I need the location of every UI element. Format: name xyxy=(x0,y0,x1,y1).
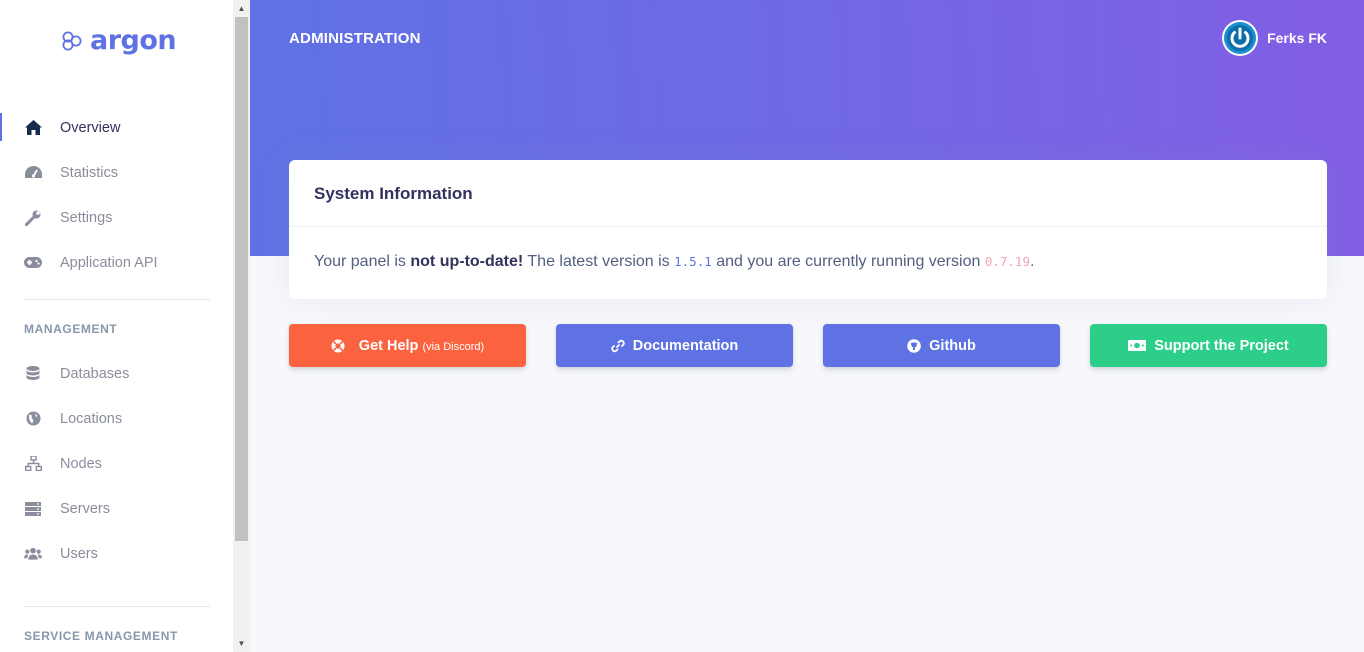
nav-item-label: Users xyxy=(60,545,98,562)
nav-item-databases[interactable]: Databases xyxy=(0,351,233,396)
users-icon xyxy=(24,545,42,563)
nav-item-users[interactable]: Users xyxy=(0,531,233,576)
sidebar: argon Overview Statistics Settings Appli… xyxy=(0,0,233,652)
nav-item-label: Application API xyxy=(60,254,158,271)
github-icon xyxy=(907,338,921,353)
user-menu[interactable]: Ferks FK xyxy=(1222,20,1327,56)
management-nav: Databases Locations Nodes Servers Users xyxy=(0,351,233,576)
message-prefix: Your panel is xyxy=(314,253,411,270)
nav-item-label: Databases xyxy=(60,365,130,382)
scroll-down-arrow-icon[interactable]: ▼ xyxy=(233,635,250,652)
argon-logo-icon xyxy=(62,31,82,51)
sidebar-divider xyxy=(24,299,210,300)
home-icon xyxy=(24,119,42,137)
nav-item-overview[interactable]: Overview xyxy=(0,105,233,150)
nav-item-statistics[interactable]: Statistics xyxy=(0,150,233,195)
main-nav: Overview Statistics Settings Application… xyxy=(0,105,233,285)
sidebar-scrollbar[interactable]: ▲ ▼ xyxy=(233,0,250,652)
message-after: and you are currently running version xyxy=(711,253,985,270)
get-help-button[interactable]: Get Help (via Discord) xyxy=(289,324,526,367)
github-label: Github xyxy=(929,337,976,354)
system-information-card: System Information Your panel is not up-… xyxy=(289,160,1327,299)
nav-item-label: Statistics xyxy=(60,164,119,181)
nav-item-servers[interactable]: Servers xyxy=(0,486,233,531)
nav-item-application-api[interactable]: Application API xyxy=(0,240,233,285)
get-help-sublabel: (via Discord) xyxy=(422,340,485,353)
globe-icon xyxy=(24,410,42,428)
database-icon xyxy=(24,365,42,383)
nav-item-label: Locations xyxy=(60,410,123,427)
nav-item-label: Nodes xyxy=(60,455,102,472)
brand-logo[interactable]: argon xyxy=(60,24,177,58)
scroll-up-arrow-icon[interactable]: ▲ xyxy=(233,0,250,17)
support-project-button[interactable]: Support the Project xyxy=(1090,324,1327,367)
documentation-button[interactable]: Documentation xyxy=(556,324,793,367)
scroll-thumb[interactable] xyxy=(235,17,248,541)
card-body: Your panel is not up-to-date! The latest… xyxy=(289,227,1327,271)
nav-item-label: Servers xyxy=(60,500,110,517)
github-button[interactable]: Github xyxy=(823,324,1060,367)
money-bill-icon xyxy=(1128,340,1147,351)
nav-item-nodes[interactable]: Nodes xyxy=(0,441,233,486)
service-management-heading: SERVICE MANAGEMENT xyxy=(24,629,178,643)
current-version: 0.7.19 xyxy=(984,254,1030,269)
link-icon xyxy=(611,339,625,352)
power-icon xyxy=(1224,22,1257,54)
documentation-label: Documentation xyxy=(632,337,739,354)
card-title: System Information xyxy=(289,160,1327,227)
message-middle: The latest version is xyxy=(523,253,675,270)
nav-item-locations[interactable]: Locations xyxy=(0,396,233,441)
avatar xyxy=(1222,20,1259,56)
message-bold: not up-to-date! xyxy=(410,253,524,270)
latest-version: 1.5.1 xyxy=(674,254,712,269)
get-help-label: Get Help xyxy=(358,337,419,354)
life-ring-icon xyxy=(331,339,345,352)
brand-name: argon xyxy=(90,25,177,56)
sitemap-icon xyxy=(24,455,42,473)
nav-item-label: Overview xyxy=(60,119,121,136)
management-heading: MANAGEMENT xyxy=(24,322,118,336)
gamepad-icon xyxy=(24,254,42,272)
wrench-icon xyxy=(24,209,42,227)
user-name: Ferks FK xyxy=(1267,30,1327,46)
nav-item-settings[interactable]: Settings xyxy=(0,195,233,240)
gauge-icon xyxy=(24,164,42,182)
server-icon xyxy=(24,500,42,518)
support-project-label: Support the Project xyxy=(1154,337,1289,354)
message-end: . xyxy=(1029,253,1035,270)
page-title: ADMINISTRATION xyxy=(289,30,421,47)
sidebar-divider xyxy=(24,606,210,607)
nav-item-label: Settings xyxy=(60,209,113,226)
